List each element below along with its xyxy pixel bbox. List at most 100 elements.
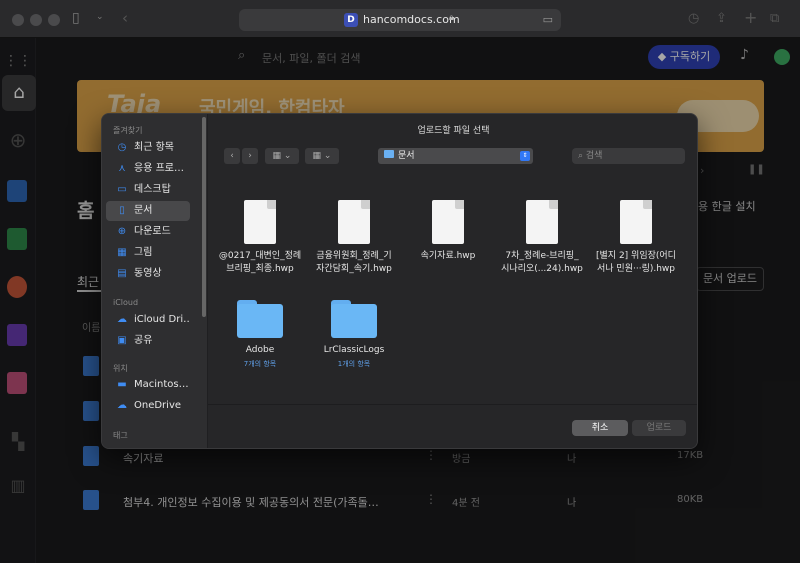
chevron-down-icon[interactable]: ⌄ <box>96 12 104 22</box>
sidebar-item[interactable]: ▣ 공유 <box>106 331 190 351</box>
document-icon: ▯ <box>119 205 125 216</box>
history-icon[interactable]: ◷ <box>688 11 699 26</box>
folder-icon <box>237 300 283 338</box>
shared-folder-icon: ▣ <box>117 335 127 346</box>
file-name: 7차_정례e-브리핑_ 시나리오(...24).hwp <box>494 250 590 276</box>
sidebar-item-label: Macintos… <box>134 379 189 390</box>
minimize-window-button[interactable] <box>30 14 42 26</box>
file-name-line: @0217_대변인_정례 <box>218 251 302 261</box>
file-item[interactable]: 속기자료.hwp <box>400 200 496 263</box>
hwp-document-icon <box>432 200 464 244</box>
share-icon[interactable]: ⇪ <box>716 11 727 26</box>
back-icon[interactable]: ‹ <box>122 9 128 27</box>
file-item[interactable]: 금융위원회_정례_기자간담회_속기.hwp <box>306 200 402 276</box>
dialog-search-input[interactable]: ⌕ 검색 <box>572 148 685 164</box>
address-bar[interactable]: D hancomdocs.com 🔒︎ ▭ <box>239 9 561 31</box>
sidebar-item-label: 다운로드 <box>134 226 171 237</box>
forward-nav-button[interactable]: › <box>242 148 258 164</box>
sidebar-item[interactable]: ☁ iCloud Dri… <box>106 310 190 330</box>
folder-name: LrClassicLogs <box>323 345 385 355</box>
file-name-line: 브리핑_최종.hwp <box>226 264 294 274</box>
site-favicon-icon: D <box>344 13 358 27</box>
sidebar-scrollbar[interactable] <box>202 117 206 317</box>
close-window-button[interactable] <box>12 14 24 26</box>
hwp-document-icon <box>620 200 652 244</box>
tags-section-label: 태그 <box>113 431 128 440</box>
sidebar-item[interactable]: ☁ OneDrive <box>106 396 190 416</box>
sidebar-item[interactable]: ▭ 데스크탑 <box>106 180 190 200</box>
browser-toolbar: ▯ ⌄ ‹ D hancomdocs.com 🔒︎ ▭ ◷ ⇪ + ⧉ <box>0 0 800 38</box>
sidebar-item[interactable]: ▯ 문서 <box>106 201 190 221</box>
zoom-window-button[interactable] <box>48 14 60 26</box>
apps-icon: ⋏ <box>118 163 126 174</box>
folder-icon <box>384 150 394 158</box>
hwp-document-icon <box>244 200 276 244</box>
sidebar-item-label: OneDrive <box>134 400 182 411</box>
dialog-main: 업로드할 파일 선택 ‹ › ▦ ⌄ ▦ ⌄ 문서 ⇕ ⌕ 검색 @0217_대… <box>208 114 697 448</box>
sidebar-item[interactable]: ▦ 그림 <box>106 243 190 263</box>
hwp-document-icon <box>338 200 370 244</box>
clock-icon: ◷ <box>117 142 127 153</box>
sidebar-item-label: 최근 항목 <box>134 142 174 153</box>
sidebar-item-label: 동영상 <box>134 268 162 279</box>
sidebar-item-label: 데스크탑 <box>134 184 171 195</box>
folder-item[interactable]: LrClassicLogs 1개의 항목 <box>306 300 402 369</box>
sidebar-item[interactable]: ⋏ 응용 프로… <box>106 159 190 179</box>
sidebar-toggle-icon[interactable]: ▯ <box>72 10 80 26</box>
file-name-line: [별지 2] 위임장(어디 <box>596 251 676 261</box>
folder-name: Adobe <box>245 345 275 355</box>
back-nav-button[interactable]: ‹ <box>224 148 240 164</box>
upload-button[interactable]: 업로드 <box>632 420 686 436</box>
tab-overview-icon[interactable]: ⧉ <box>770 11 779 26</box>
locations-section-label: 위치 <box>113 364 128 373</box>
disk-icon: ▬ <box>117 379 127 390</box>
hwp-document-icon <box>526 200 558 244</box>
icloud-section-label: iCloud <box>113 298 139 307</box>
sidebar-item-label: 응용 프로… <box>134 163 184 174</box>
location-popup[interactable]: 문서 ⇕ <box>378 148 533 164</box>
folder-item-count: 7개의 항목 <box>243 360 277 368</box>
sidebar-item[interactable]: ◷ 최근 항목 <box>106 138 190 158</box>
file-item[interactable]: [별지 2] 위임장(어디서나 민원···링).hwp <box>588 200 684 276</box>
cloud-icon: ☁ <box>117 400 127 411</box>
screen: ▯ ⌄ ‹ D hancomdocs.com 🔒︎ ▭ ◷ ⇪ + ⧉ ⋮⋮ ⌂… <box>0 0 800 563</box>
movie-icon: ▤ <box>117 268 127 279</box>
download-icon: ⊕ <box>117 226 127 237</box>
cancel-button[interactable]: 취소 <box>572 420 628 436</box>
folder-body <box>237 304 283 338</box>
dialog-sidebar: 즐겨찾기 ◷ 최근 항목 ⋏ 응용 프로… ▭ 데스크탑 ▯ 문서 ⊕ 다운로드 ▦ 그림 ▤ 동영상 i… <box>102 114 208 448</box>
file-name-line: 속기자료.hwp <box>420 251 476 261</box>
sidebar-item-label: 공유 <box>134 335 153 346</box>
sidebar-item[interactable]: ⊕ 다운로드 <box>106 222 190 242</box>
file-name-line: 금융위원회_정례_기 <box>316 251 392 261</box>
dialog-footer: 취소 업로드 <box>208 404 697 448</box>
sidebar-item-label: 그림 <box>134 247 153 258</box>
file-item[interactable]: 7차_정례e-브리핑_ 시나리오(...24).hwp <box>494 200 590 276</box>
file-name: [별지 2] 위임장(어디서나 민원···링).hwp <box>588 250 684 276</box>
favorites-section-label: 즐겨찾기 <box>113 126 143 135</box>
sidebar-item[interactable]: ▬ Macintos… <box>106 375 190 395</box>
file-name: 금융위원회_정례_기자간담회_속기.hwp <box>306 250 402 276</box>
file-name-line: 자간담회_속기.hwp <box>316 264 392 274</box>
dialog-title: 업로드할 파일 선택 <box>417 126 490 136</box>
folder-icon <box>331 300 377 338</box>
file-name: 속기자료.hwp <box>400 250 496 263</box>
folder-item[interactable]: Adobe 7개의 항목 <box>212 300 308 369</box>
image-icon: ▦ <box>117 247 127 258</box>
file-item[interactable]: @0217_대변인_정례브리핑_최종.hwp <box>212 200 308 276</box>
updown-chevron-icon: ⇕ <box>520 151 530 161</box>
new-tab-icon[interactable]: + <box>744 8 757 27</box>
desktop-icon: ▭ <box>117 184 127 195</box>
icon-grid-icon: ▦ ⌄ <box>272 151 292 161</box>
sidebar-item-label: 문서 <box>134 205 153 216</box>
group-mode-button[interactable]: ▦ ⌄ <box>305 148 339 164</box>
sidebar-item[interactable]: ▤ 동영상 <box>106 264 190 284</box>
group-grid-icon: ▦ ⌄ <box>312 151 332 161</box>
cloud-icon: ☁ <box>117 314 127 325</box>
file-name-line: 서나 민원···링).hwp <box>597 264 675 274</box>
file-picker-dialog: 즐겨찾기 ◷ 최근 항목 ⋏ 응용 프로… ▭ 데스크탑 ▯ 문서 ⊕ 다운로드 ▦ 그림 ▤ 동영상 i… <box>101 113 698 449</box>
location-label: 문서 <box>398 151 415 161</box>
view-mode-button[interactable]: ▦ ⌄ <box>265 148 299 164</box>
reader-icon[interactable]: ▭ <box>543 13 553 26</box>
sidebar-item-label: iCloud Dri… <box>134 314 190 325</box>
